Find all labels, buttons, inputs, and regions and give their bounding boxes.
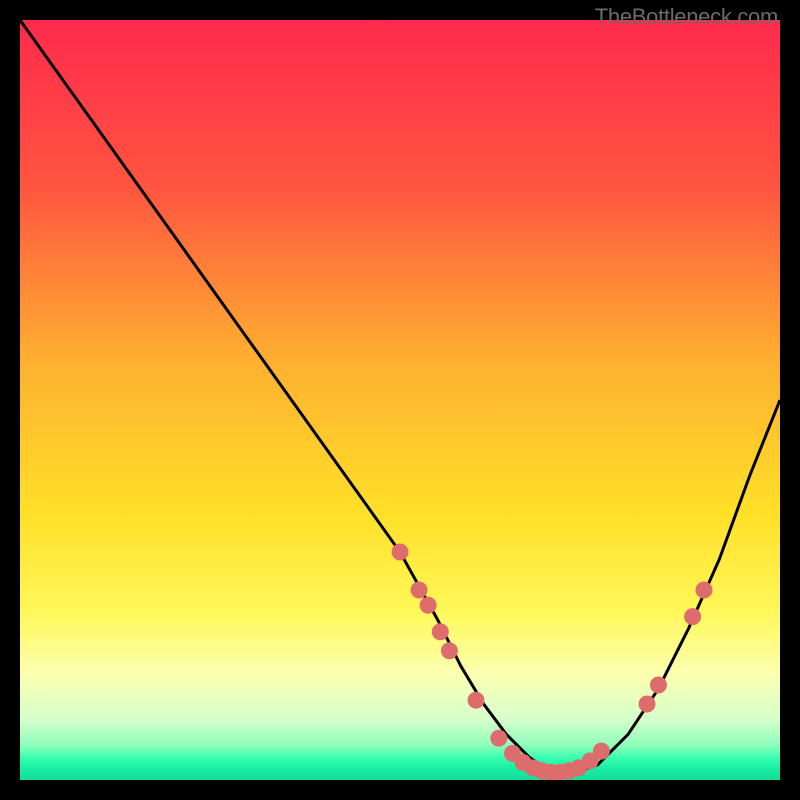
data-point xyxy=(696,582,713,599)
chart-background xyxy=(20,20,780,780)
data-point xyxy=(432,623,449,640)
data-point xyxy=(490,730,507,747)
data-point xyxy=(468,692,485,709)
data-point xyxy=(392,544,409,561)
watermark-text: TheBottleneck.com xyxy=(595,4,778,30)
data-point xyxy=(684,608,701,625)
bottleneck-chart xyxy=(20,20,780,780)
data-point xyxy=(650,677,667,694)
chart-frame xyxy=(20,20,780,780)
data-point xyxy=(593,743,610,760)
data-point xyxy=(441,642,458,659)
data-point xyxy=(420,597,437,614)
data-point xyxy=(411,582,428,599)
data-point xyxy=(639,696,656,713)
